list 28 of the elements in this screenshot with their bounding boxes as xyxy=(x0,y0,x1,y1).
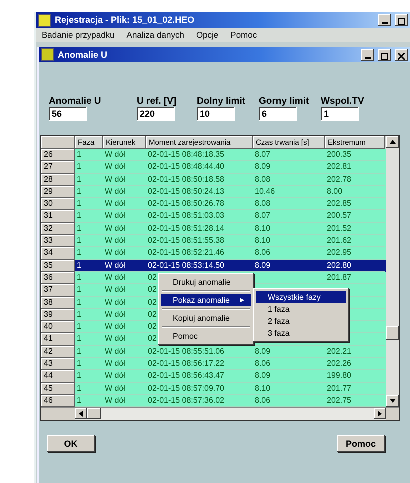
row-number: 35 xyxy=(41,260,75,272)
row-number: 38 xyxy=(41,296,75,309)
row-number: 30 xyxy=(41,198,75,210)
row-number: 33 xyxy=(41,235,75,248)
row-number: 32 xyxy=(41,222,75,236)
field-label: U ref. [V] xyxy=(137,96,178,107)
row-number: 43 xyxy=(41,358,75,370)
row-number: 42 xyxy=(41,346,75,358)
row-number: 31 xyxy=(41,210,75,223)
row-number: 28 xyxy=(41,174,75,186)
window-title: Rejestracja - Plik: 15_01_02.HEO xyxy=(55,15,196,25)
field-label: Wspol.TV xyxy=(321,96,366,107)
row-number: 40 xyxy=(41,321,75,334)
field-label: Dolny limit xyxy=(197,96,247,107)
row-number: 44 xyxy=(41,370,75,383)
row-number: 26 xyxy=(41,149,75,162)
row-number: 41 xyxy=(41,333,75,346)
field-label: Anomalie U xyxy=(49,96,102,107)
window-title: Anomalie U xyxy=(58,50,109,60)
row-number: 27 xyxy=(41,161,75,174)
field-label: Gorny limit xyxy=(259,96,310,107)
row-number: 46 xyxy=(41,394,75,408)
row-number: 36 xyxy=(41,272,75,284)
row-number: 37 xyxy=(41,284,75,297)
row-number: 29 xyxy=(41,186,75,198)
row-number: 39 xyxy=(41,308,75,322)
row-number: 45 xyxy=(41,382,75,395)
row-number: 34 xyxy=(41,247,75,260)
